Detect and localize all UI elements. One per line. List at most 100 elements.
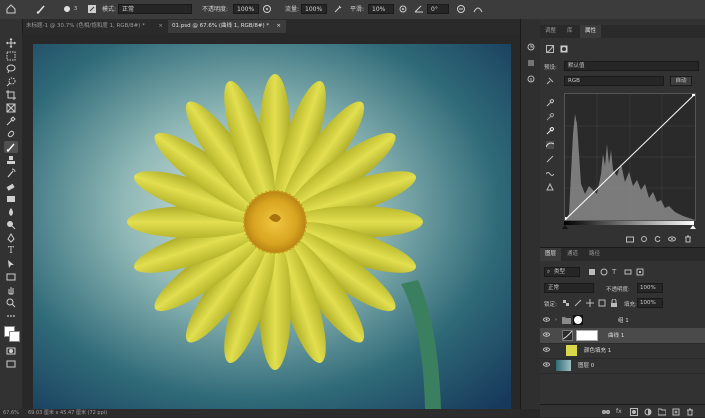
layer-filter-select[interactable]: ⌕ 类型 xyxy=(544,267,580,277)
crop-tool-icon[interactable] xyxy=(4,89,18,101)
brush-settings-icon[interactable] xyxy=(87,4,97,15)
eyedropper-tool-icon[interactable] xyxy=(4,115,18,127)
view-previous-icon[interactable] xyxy=(640,235,648,243)
flow-input[interactable]: 100% xyxy=(301,4,327,14)
document-canvas[interactable] xyxy=(33,44,511,409)
marquee-tool-icon[interactable] xyxy=(4,50,18,62)
lock-artboard-icon[interactable] xyxy=(598,299,606,307)
tab-properties[interactable]: 属性 xyxy=(580,25,602,38)
info-panel-icon[interactable] xyxy=(527,75,535,83)
quick-mask-icon[interactable] xyxy=(4,345,18,357)
filter-adjustment-icon[interactable] xyxy=(600,268,608,276)
chevron-down-icon[interactable]: › xyxy=(555,317,557,323)
background-color-swatch[interactable] xyxy=(9,331,20,342)
pencil-curve-icon[interactable] xyxy=(546,155,554,163)
visibility-icon[interactable] xyxy=(668,235,676,243)
filter-smart-object-icon[interactable] xyxy=(636,268,644,276)
smoothing-input[interactable]: 10% xyxy=(368,4,394,14)
tab-layers[interactable]: 图层 xyxy=(540,248,562,261)
layer-mask-thumbnail[interactable] xyxy=(576,330,598,341)
mask-icon[interactable] xyxy=(560,45,568,53)
tab-libraries[interactable]: 库 xyxy=(562,25,578,38)
link-layers-icon[interactable] xyxy=(602,408,610,416)
history-panel-icon[interactable] xyxy=(527,43,535,51)
quick-select-tool-icon[interactable] xyxy=(4,76,18,88)
curves-graph[interactable] xyxy=(563,93,696,221)
lock-pixels-icon[interactable] xyxy=(574,299,582,307)
filter-pixel-icon[interactable] xyxy=(588,268,596,276)
gradient-tool-icon[interactable] xyxy=(4,193,18,205)
fill-input[interactable]: 100% xyxy=(637,298,663,308)
path-select-tool-icon[interactable] xyxy=(4,258,18,270)
symmetry-icon[interactable] xyxy=(472,4,484,15)
ps-home-icon[interactable] xyxy=(6,4,16,15)
lock-position-icon[interactable] xyxy=(586,299,594,307)
clipping-warning-icon[interactable] xyxy=(546,182,554,191)
angle-input[interactable]: 0° xyxy=(427,4,449,14)
trash-icon[interactable] xyxy=(686,408,694,416)
smooth-curve-icon[interactable] xyxy=(545,169,555,177)
preset-select[interactable]: 默认值 xyxy=(564,61,699,71)
dodge-tool-icon[interactable] xyxy=(4,219,18,231)
lasso-tool-icon[interactable] xyxy=(4,63,18,75)
new-adjustment-icon[interactable] xyxy=(644,408,652,416)
reset-icon[interactable] xyxy=(654,235,662,243)
layer-row-curves-1[interactable]: 曲线 1 xyxy=(540,328,705,344)
zoom-tool-icon[interactable] xyxy=(4,297,18,309)
layer-row-layer-0[interactable]: 图层 0 xyxy=(540,358,705,374)
tab-channels[interactable]: 通道 xyxy=(562,248,583,261)
properties-panel-icon[interactable] xyxy=(527,59,535,67)
add-mask-icon[interactable] xyxy=(630,408,638,416)
brush-tool-icon[interactable] xyxy=(36,4,46,15)
brush-tool-icon[interactable] xyxy=(4,141,18,153)
filter-shape-icon[interactable] xyxy=(624,268,632,276)
hand-tool-icon[interactable] xyxy=(4,284,18,296)
zoom-level[interactable]: 67.6% xyxy=(3,409,19,417)
pen-tool-icon[interactable] xyxy=(4,232,18,244)
target-adjust-icon[interactable] xyxy=(546,77,554,85)
close-icon[interactable]: × xyxy=(276,20,281,33)
lock-all-icon[interactable] xyxy=(610,298,618,307)
type-tool-icon[interactable]: T xyxy=(4,245,18,257)
white-point-slider[interactable] xyxy=(690,225,696,229)
blur-tool-icon[interactable] xyxy=(4,206,18,218)
airbrush-icon[interactable] xyxy=(333,4,343,15)
brush-preset-icon[interactable] xyxy=(62,4,74,15)
eye-icon[interactable] xyxy=(543,316,550,323)
black-point-slider[interactable] xyxy=(562,225,568,229)
eyedropper-black-icon[interactable] xyxy=(546,98,555,107)
filter-type-icon[interactable]: T xyxy=(612,268,620,276)
tab-01-psd[interactable]: 01.psd @ 67.6% (曲线 1, RGB/8#) * × xyxy=(168,20,286,33)
auto-button[interactable]: 自动 xyxy=(670,76,692,86)
curve-edit-icon[interactable] xyxy=(545,141,555,149)
eraser-tool-icon[interactable] xyxy=(4,180,18,192)
trash-icon[interactable] xyxy=(684,235,692,243)
tab-untitled-1[interactable]: 未标题-1 @ 30.7% (色相/饱和度 1, RGB/8#) * × xyxy=(22,20,168,33)
tab-adjustments[interactable]: 调整 xyxy=(540,25,561,38)
new-group-icon[interactable] xyxy=(657,408,667,416)
edit-toolbar-icon[interactable] xyxy=(4,310,18,322)
tab-paths[interactable]: 路径 xyxy=(584,248,605,261)
pressure-opacity-icon[interactable] xyxy=(262,4,272,15)
eye-icon[interactable] xyxy=(543,331,550,338)
frame-tool-icon[interactable] xyxy=(4,102,18,114)
eye-icon[interactable] xyxy=(543,346,550,353)
eyedropper-white-icon[interactable] xyxy=(546,126,555,135)
new-layer-icon[interactable] xyxy=(672,408,680,416)
eye-icon[interactable] xyxy=(543,361,550,368)
rectangle-tool-icon[interactable] xyxy=(4,271,18,283)
screen-mode-icon[interactable] xyxy=(4,358,18,370)
smoothing-options-icon[interactable] xyxy=(398,4,408,15)
mode-select[interactable]: 正常 xyxy=(118,4,192,14)
close-icon[interactable]: × xyxy=(158,20,163,33)
layer-opacity-input[interactable]: 100% xyxy=(637,283,663,293)
opacity-input[interactable]: 100% xyxy=(233,4,259,14)
layer-row-group-1[interactable]: › 组 1 xyxy=(540,313,705,329)
fx-icon[interactable]: fx xyxy=(616,408,624,416)
eyedropper-gray-icon[interactable] xyxy=(546,112,555,121)
history-brush-tool-icon[interactable] xyxy=(4,167,18,179)
channel-select[interactable]: RGB xyxy=(564,76,664,86)
clip-to-layer-icon[interactable] xyxy=(626,235,634,243)
lock-transparent-icon[interactable] xyxy=(562,299,570,307)
clone-stamp-tool-icon[interactable] xyxy=(4,154,18,166)
